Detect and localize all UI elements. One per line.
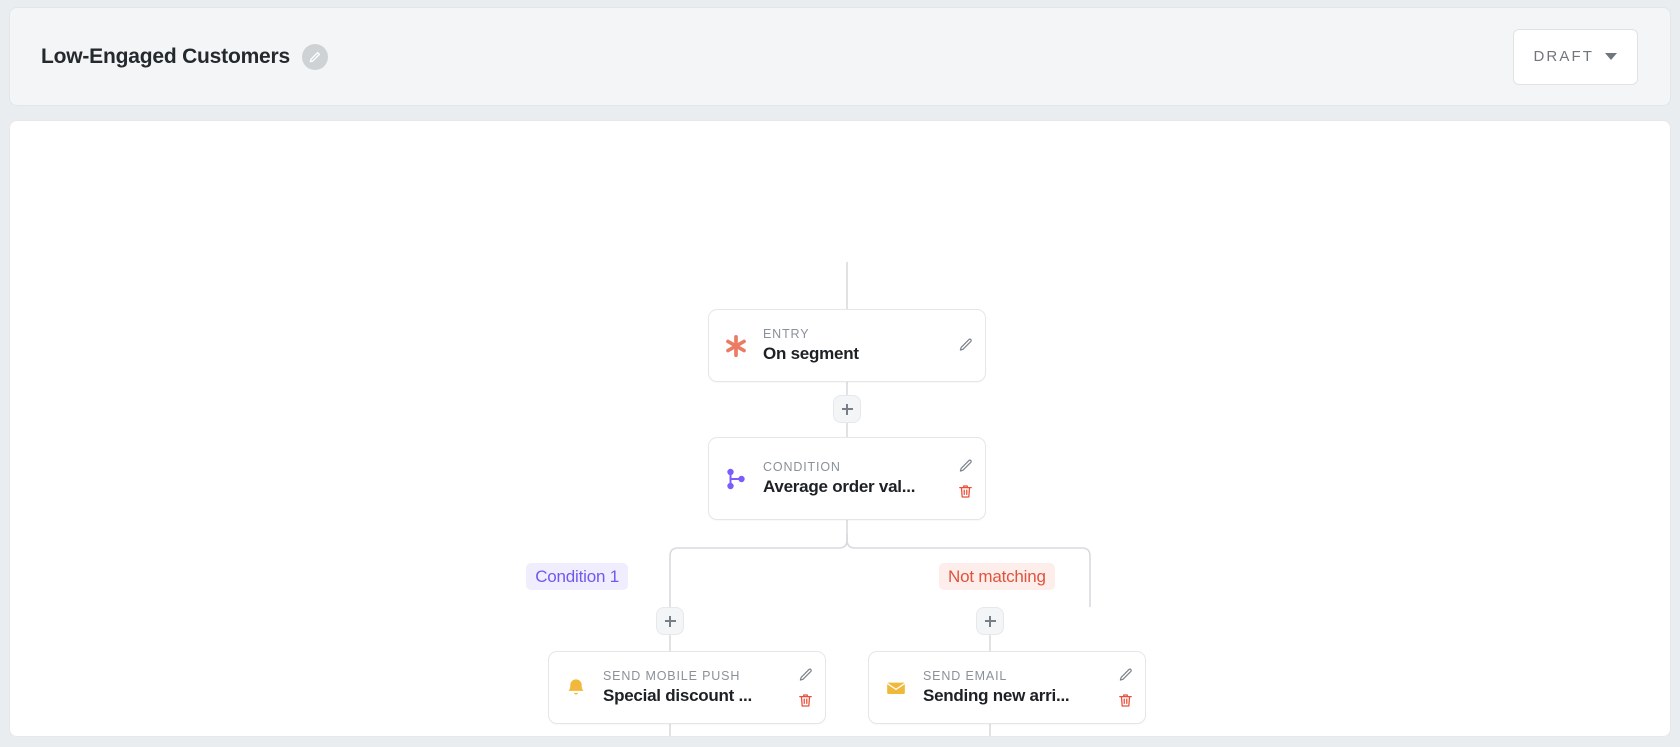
condition-node-text: CONDITION Average order val... — [763, 460, 945, 497]
pencil-icon[interactable] — [957, 458, 974, 475]
node-name: Average order val... — [763, 477, 916, 496]
page-title: Low-Engaged Customers — [41, 44, 290, 68]
bell-icon — [549, 677, 603, 699]
add-step-button-right-branch[interactable] — [976, 607, 1004, 635]
node-name: Sending new arri... — [923, 686, 1070, 705]
entry-node-text: ENTRY On segment — [763, 327, 945, 364]
condition-node-actions — [945, 438, 985, 519]
edit-title-button[interactable] — [302, 43, 328, 70]
email-node-actions — [1105, 652, 1145, 723]
pencil-icon[interactable] — [1117, 667, 1134, 684]
node-type-label: SEND EMAIL — [923, 669, 1008, 683]
status-badge: DRAFT — [1533, 48, 1594, 65]
branch-label-condition-1: Condition 1 — [526, 563, 628, 590]
node-type-label: SEND MOBILE PUSH — [603, 669, 741, 683]
title-group: Low-Engaged Customers — [41, 43, 328, 70]
add-step-button-after-entry[interactable] — [833, 395, 861, 423]
node-type-label: ENTRY — [763, 327, 810, 341]
pencil-icon — [308, 50, 322, 64]
workflow-canvas[interactable]: ENTRY On segment CONDITION Average order… — [9, 120, 1671, 737]
node-type-label: CONDITION — [763, 460, 841, 474]
node-name: Special discount ... — [603, 686, 752, 705]
push-node-actions — [785, 652, 825, 723]
pencil-icon[interactable] — [797, 667, 814, 684]
pencil-icon[interactable] — [957, 337, 974, 354]
flow-graph: ENTRY On segment CONDITION Average order… — [10, 121, 1670, 736]
push-node-text: SEND MOBILE PUSH Special discount ... — [603, 669, 785, 706]
entry-node-actions — [945, 310, 985, 381]
flow-node-entry[interactable]: ENTRY On segment — [708, 309, 986, 382]
flow-connectors — [669, 262, 1091, 736]
status-dropdown[interactable]: DRAFT — [1512, 28, 1638, 85]
asterisk-icon — [709, 333, 763, 359]
trash-icon[interactable] — [797, 692, 814, 709]
branch-icon — [709, 467, 763, 491]
app-root: Low-Engaged Customers DRAFT ENTRY On seg… — [0, 0, 1680, 747]
flow-node-send-mobile-push[interactable]: SEND MOBILE PUSH Special discount ... — [548, 651, 826, 724]
flow-node-condition[interactable]: CONDITION Average order val... — [708, 437, 986, 520]
trash-icon[interactable] — [957, 483, 974, 500]
envelope-icon — [869, 676, 923, 700]
flow-node-send-email[interactable]: SEND EMAIL Sending new arri... — [868, 651, 1146, 724]
workflow-header: Low-Engaged Customers DRAFT — [9, 7, 1671, 106]
chevron-down-icon — [1605, 53, 1617, 60]
node-name: On segment — [763, 344, 859, 363]
email-node-text: SEND EMAIL Sending new arri... — [923, 669, 1105, 706]
trash-icon[interactable] — [1117, 692, 1134, 709]
add-step-button-left-branch[interactable] — [656, 607, 684, 635]
branch-label-not-matching: Not matching — [939, 563, 1055, 590]
